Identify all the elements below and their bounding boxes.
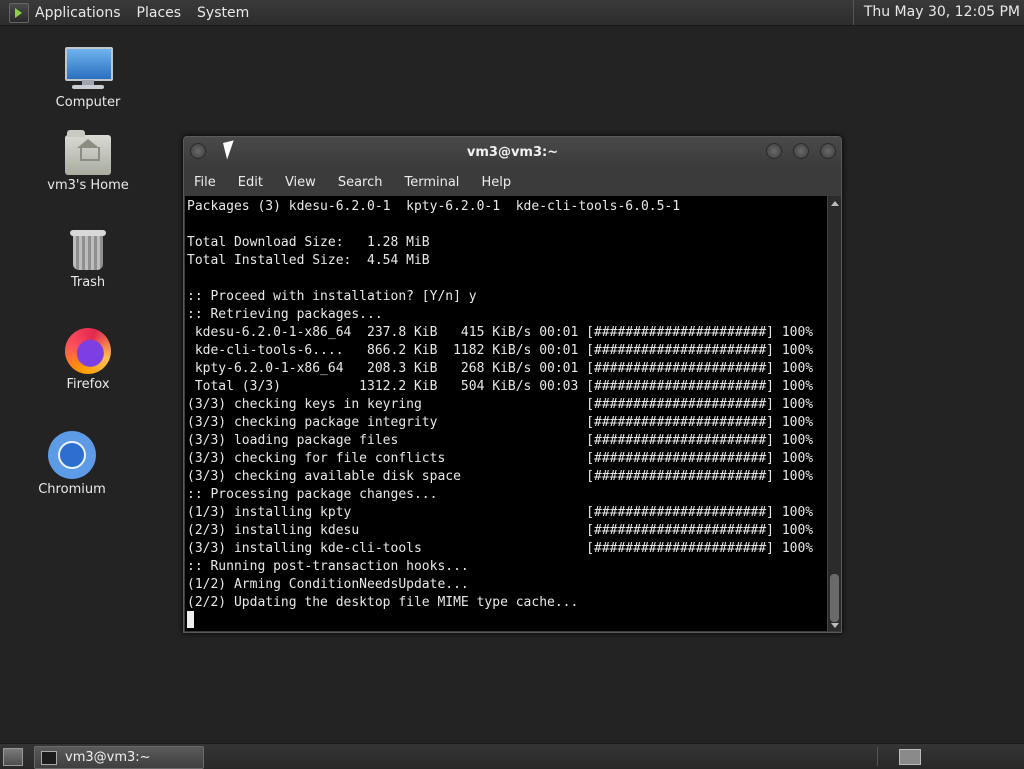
desktop-icon-label: Computer <box>55 95 121 110</box>
trash-icon <box>70 228 106 272</box>
terminal-line: kde-cli-tools-6.... 866.2 KiB 1182 KiB/s… <box>187 343 814 358</box>
menu-applications[interactable]: Applications <box>35 5 121 21</box>
menu-file[interactable]: File <box>194 175 216 190</box>
desktop-icon-home[interactable]: vm3's Home <box>38 130 138 193</box>
terminal-line: (3/3) checking keys in keyring [########… <box>187 397 814 412</box>
chromium-icon <box>48 431 96 479</box>
terminal-window[interactable]: vm3@vm3:~ File Edit View Search Terminal… <box>183 136 842 633</box>
taskbar-window-label: vm3@vm3:~ <box>65 750 151 765</box>
menu-logo-icon[interactable] <box>9 2 29 23</box>
close-button[interactable] <box>820 143 836 159</box>
taskbar-window-button[interactable]: vm3@vm3:~ <box>34 746 204 769</box>
terminal-line: (3/3) checking available disk space [###… <box>187 469 814 484</box>
home-folder-icon <box>65 130 111 175</box>
terminal-line: :: Running post-transaction hooks... <box>187 559 469 574</box>
menu-view[interactable]: View <box>285 175 316 190</box>
menu-help[interactable]: Help <box>481 175 511 190</box>
terminal-line: kpty-6.2.0-1-x86_64 208.3 KiB 268 KiB/s … <box>187 361 814 376</box>
desktop-icon-computer[interactable]: Computer <box>38 46 138 110</box>
window-title: vm3@vm3:~ <box>466 145 559 160</box>
terminal-line: (3/3) loading package files [###########… <box>187 433 814 448</box>
terminal-line: :: Proceed with installation? [Y/n] y <box>187 289 477 304</box>
menu-terminal[interactable]: Terminal <box>404 175 459 190</box>
terminal-line: Total Download Size: 1.28 MiB <box>187 235 430 250</box>
terminal-line: (1/3) installing kpty [#################… <box>187 505 814 520</box>
terminal-line: (3/3) checking package integrity [######… <box>187 415 814 430</box>
terminal-line: Total Installed Size: 4.54 MiB <box>187 253 430 268</box>
terminal-line: (2/3) installing kdesu [################… <box>187 523 814 538</box>
terminal-text: Packages (3) kdesu-6.2.0-1 kpty-6.2.0-1 … <box>185 196 827 612</box>
window-titlebar[interactable]: vm3@vm3:~ <box>184 137 841 168</box>
terminal-line: (3/3) installing kde-cli-tools [########… <box>187 541 814 556</box>
scrollbar-thumb[interactable] <box>830 574 839 622</box>
desktop-icon-chromium[interactable]: Chromium <box>22 431 122 497</box>
terminal-line: (2/2) Updating the desktop file MIME typ… <box>187 595 579 610</box>
terminal-scrollbar[interactable] <box>827 196 841 631</box>
desktop-icon-trash[interactable]: Trash <box>38 228 138 290</box>
firefox-icon <box>65 328 111 374</box>
minimize-button[interactable] <box>766 143 782 159</box>
terminal-menubar: File Edit View Search Terminal Help <box>184 168 841 196</box>
terminal-line: :: Processing package changes... <box>187 487 438 502</box>
menu-edit[interactable]: Edit <box>238 175 263 190</box>
desktop-icon-label: Chromium <box>38 482 106 497</box>
show-desktop-icon[interactable] <box>3 748 23 766</box>
terminal-cursor <box>187 611 194 628</box>
desktop-icon-label: vm3's Home <box>47 178 129 193</box>
desktop-icon-label: Firefox <box>66 377 110 392</box>
terminal-line: kdesu-6.2.0-1-x86_64 237.8 KiB 415 KiB/s… <box>187 325 814 340</box>
menu-search[interactable]: Search <box>338 175 383 190</box>
terminal-line: Total (3/3) 1312.2 KiB 504 KiB/s 00:03 [… <box>187 379 814 394</box>
terminal-line: :: Retrieving packages... <box>187 307 383 322</box>
desktop-icon-label: Trash <box>70 275 106 290</box>
bottom-panel: vm3@vm3:~ <box>0 743 1024 769</box>
maximize-button[interactable] <box>793 143 809 159</box>
terminal-line: (3/3) checking for file conflicts [#####… <box>187 451 814 466</box>
terminal-line: (1/2) Arming ConditionNeedsUpdate... <box>187 577 469 592</box>
menu-places[interactable]: Places <box>137 5 182 21</box>
scroll-down-icon[interactable] <box>831 623 839 628</box>
scroll-up-icon[interactable] <box>831 201 839 206</box>
terminal-icon <box>41 750 57 765</box>
terminal-output[interactable]: Packages (3) kdesu-6.2.0-1 kpty-6.2.0-1 … <box>185 196 827 631</box>
terminal-line: Packages (3) kdesu-6.2.0-1 kpty-6.2.0-1 … <box>187 199 681 214</box>
top-panel: Applications Places System Thu May 30, 1… <box>0 0 1024 26</box>
desktop-icon-firefox[interactable]: Firefox <box>38 328 138 392</box>
computer-icon <box>64 46 113 92</box>
workspace-switcher[interactable] <box>899 749 921 765</box>
panel-separator <box>877 747 878 766</box>
menu-system[interactable]: System <box>197 5 249 21</box>
clock[interactable]: Thu May 30, 12:05 PM <box>852 0 1020 25</box>
